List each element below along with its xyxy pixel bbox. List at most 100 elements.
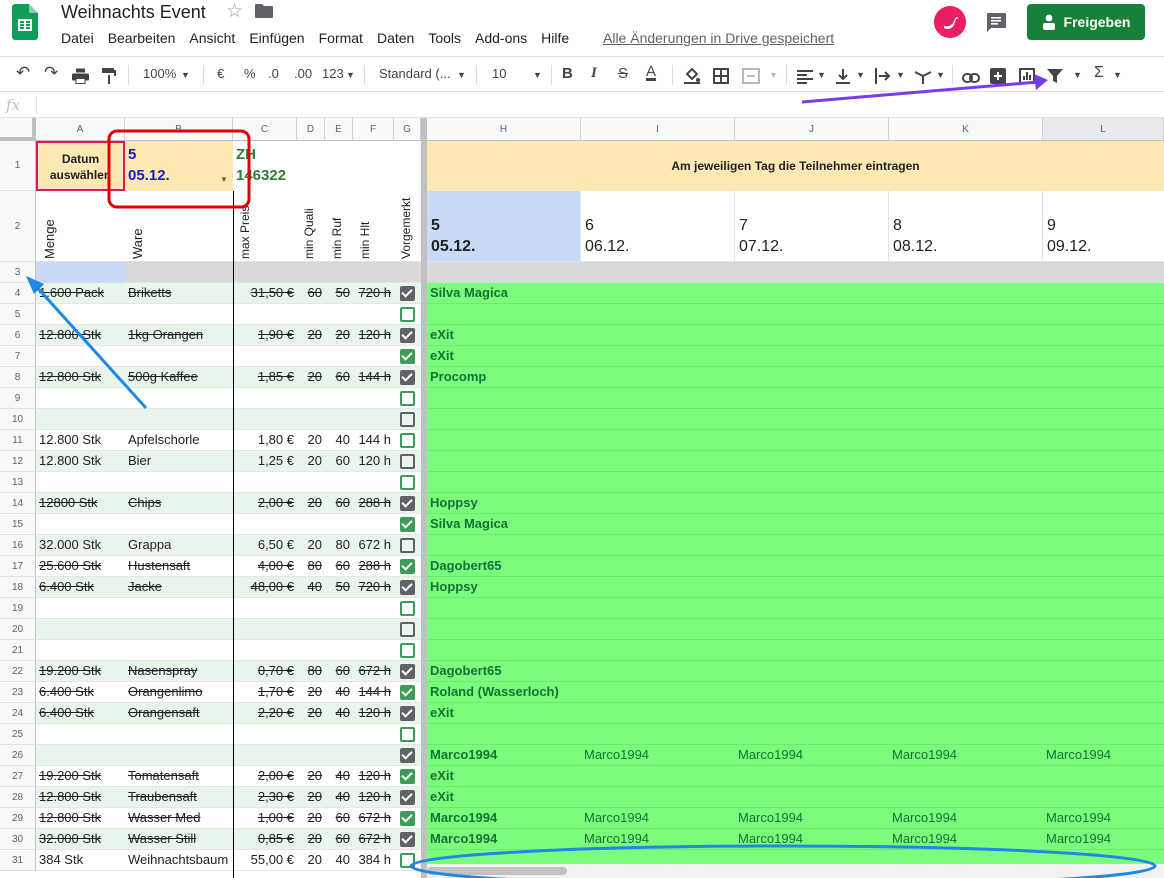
row-header[interactable]: 4 — [0, 283, 36, 304]
vorgemerkt-checkbox[interactable] — [400, 748, 415, 763]
header-menge[interactable]: Menge — [42, 219, 57, 259]
header-min-hlt[interactable]: min Hlt — [358, 222, 372, 259]
vorgemerkt-checkbox[interactable] — [400, 580, 415, 595]
cell-max-preis[interactable]: 2,00 € — [234, 493, 294, 513]
cell-min-quali[interactable]: 80 — [297, 661, 322, 681]
cell-menge[interactable]: 6.400 Stk — [39, 682, 123, 702]
cell-ware[interactable]: Traubensaft — [128, 787, 232, 807]
vorgemerkt-checkbox[interactable] — [400, 517, 415, 532]
vorgemerkt-checkbox[interactable] — [400, 412, 415, 427]
header-max-preis[interactable]: max Preis — [238, 206, 252, 259]
cell-menge[interactable]: 12800 Stk — [39, 493, 123, 513]
row-header[interactable]: 20 — [0, 619, 36, 640]
participant-name[interactable]: Silva Magica — [430, 514, 508, 534]
participant-name[interactable]: eXit — [430, 325, 454, 345]
participant-name[interactable]: Marco1994 — [584, 808, 649, 828]
cell-ware[interactable]: Tomatensaft — [128, 766, 232, 786]
vorgemerkt-checkbox[interactable] — [400, 601, 415, 616]
row-header[interactable]: 16 — [0, 535, 36, 556]
day-header-6[interactable]: 6 06.12. — [581, 191, 735, 262]
cell-ware[interactable]: Weihnachtsbaum — [128, 850, 232, 870]
column-header-d[interactable]: D — [297, 118, 325, 141]
participant-name[interactable]: Marco1994 — [892, 745, 957, 765]
insert-comment-icon[interactable] — [990, 67, 1006, 85]
cell-max-preis[interactable]: 0,85 € — [234, 829, 294, 849]
cell-menge[interactable]: 32.000 Stk — [39, 829, 123, 849]
cell-ware[interactable]: Wasser Med — [128, 808, 232, 828]
cell-max-preis[interactable]: 31,50 € — [234, 283, 294, 303]
cell-min-ruf[interactable]: 40 — [325, 430, 350, 450]
vorgemerkt-checkbox[interactable] — [400, 727, 415, 742]
participant-name[interactable]: Marco1994 — [892, 808, 957, 828]
header-ware[interactable]: Ware — [130, 228, 145, 259]
cell-min-hlt[interactable]: 120 h — [353, 766, 391, 786]
vorgemerkt-checkbox[interactable] — [400, 790, 415, 805]
cell-menge[interactable]: 384 Stk — [39, 850, 123, 870]
menu-tools[interactable]: Tools — [428, 30, 461, 48]
row-header[interactable]: 27 — [0, 766, 36, 787]
cell-menge[interactable]: 12.800 Stk — [39, 787, 123, 807]
participant-name[interactable]: Marco1994 — [584, 745, 649, 765]
participant-name[interactable]: Marco1994 — [430, 829, 497, 849]
row-header[interactable]: 8 — [0, 367, 36, 388]
column-header-a[interactable]: A — [36, 118, 125, 141]
cell-max-preis[interactable]: 1,00 € — [234, 808, 294, 828]
avatar[interactable] — [934, 6, 966, 38]
row-header[interactable]: 9 — [0, 388, 36, 409]
cell-ware[interactable]: Jacke — [128, 577, 232, 597]
participant-name[interactable]: eXit — [430, 766, 454, 786]
cell-min-ruf[interactable]: 40 — [325, 787, 350, 807]
vorgemerkt-checkbox[interactable] — [400, 664, 415, 679]
participant-name[interactable]: Marco1994 — [738, 808, 803, 828]
cell-min-hlt[interactable]: 144 h — [353, 367, 391, 387]
zoom-select[interactable]: 100% — [143, 66, 176, 84]
cell-ware[interactable]: Grappa — [128, 535, 232, 555]
cell-menge[interactable]: 19.200 Stk — [39, 766, 123, 786]
column-header-c[interactable]: C — [233, 118, 297, 141]
vorgemerkt-checkbox[interactable] — [400, 454, 415, 469]
percent-button[interactable]: % — [244, 66, 256, 84]
column-header-f[interactable]: F — [353, 118, 394, 141]
cell-ware[interactable]: Apfelschorle — [128, 430, 232, 450]
vorgemerkt-checkbox[interactable] — [400, 307, 415, 322]
cell-max-preis[interactable]: 1,70 € — [234, 682, 294, 702]
vorgemerkt-checkbox[interactable] — [400, 706, 415, 721]
cell-min-quali[interactable]: 60 — [297, 283, 322, 303]
vorgemerkt-checkbox[interactable] — [400, 832, 415, 847]
day-header-9[interactable]: 9 09.12. — [1043, 191, 1164, 262]
vorgemerkt-checkbox[interactable] — [400, 559, 415, 574]
vorgemerkt-checkbox[interactable] — [400, 853, 415, 868]
currency-button[interactable]: € — [217, 66, 224, 84]
row-header[interactable]: 24 — [0, 703, 36, 724]
cell-max-preis[interactable]: 1,25 € — [234, 451, 294, 471]
cell-min-ruf[interactable]: 60 — [325, 556, 350, 576]
row-header[interactable]: 29 — [0, 808, 36, 829]
cell-min-hlt[interactable]: 288 h — [353, 556, 391, 576]
row-header[interactable]: 26 — [0, 745, 36, 766]
cell-min-hlt[interactable]: 144 h — [353, 682, 391, 702]
text-rotation-icon[interactable] — [914, 67, 932, 85]
row-header[interactable]: 25 — [0, 724, 36, 745]
cell-min-quali[interactable]: 20 — [297, 703, 322, 723]
cell-min-hlt[interactable]: 120 h — [353, 451, 391, 471]
row-header[interactable]: 10 — [0, 409, 36, 430]
cell-min-ruf[interactable]: 50 — [325, 577, 350, 597]
cell-min-hlt[interactable]: 120 h — [353, 325, 391, 345]
vorgemerkt-checkbox[interactable] — [400, 349, 415, 364]
cell-max-preis[interactable]: 6,50 € — [234, 535, 294, 555]
cell-min-hlt[interactable]: 144 h — [353, 430, 391, 450]
menu-hilfe[interactable]: Hilfe — [541, 30, 569, 48]
menu-datei[interactable]: Datei — [61, 30, 94, 48]
filter-icon[interactable] — [1047, 67, 1063, 85]
cell-min-hlt[interactable]: 672 h — [353, 808, 391, 828]
cell-min-quali[interactable]: 20 — [297, 325, 322, 345]
sheets-logo-icon[interactable] — [12, 4, 38, 40]
cell-min-ruf[interactable]: 40 — [325, 682, 350, 702]
cell-min-quali[interactable]: 20 — [297, 430, 322, 450]
row-header[interactable]: 12 — [0, 451, 36, 472]
column-header-j[interactable]: J — [735, 118, 889, 141]
participant-name[interactable]: Marco1994 — [430, 808, 497, 828]
row-header[interactable]: 18 — [0, 577, 36, 598]
cell-min-ruf[interactable]: 80 — [325, 535, 350, 555]
cell-menge[interactable]: 6.400 Stk — [39, 703, 123, 723]
